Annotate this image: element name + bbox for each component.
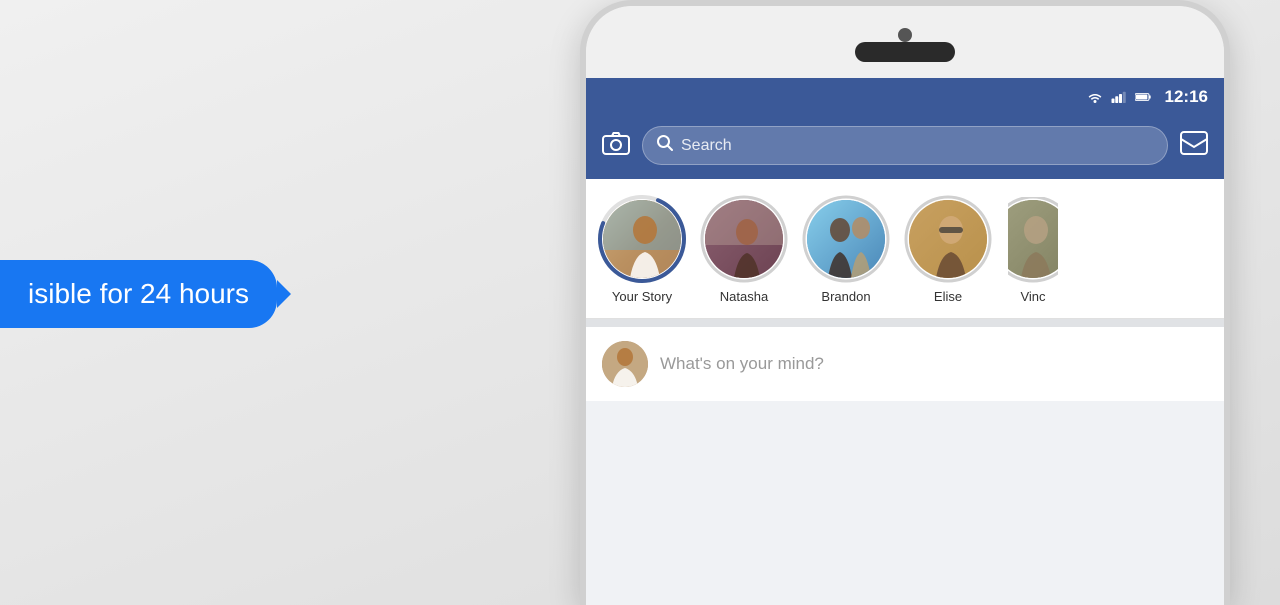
story-item-elise[interactable]: Elise xyxy=(906,197,990,304)
status-icons: 12:16 xyxy=(1087,87,1208,107)
story-name-natasha: Natasha xyxy=(720,289,768,304)
speech-bubble: isible for 24 hours xyxy=(0,260,277,328)
camera-button[interactable] xyxy=(602,131,630,161)
story-item-brandon[interactable]: Brandon xyxy=(804,197,888,304)
story-ring-vinc xyxy=(1008,197,1058,285)
search-bar[interactable]: Search xyxy=(642,126,1168,165)
phone-screen: 12:16 xyxy=(586,78,1224,605)
status-bar: 12:16 xyxy=(586,78,1224,116)
status-time: 12:16 xyxy=(1165,87,1208,107)
story-name-your-story: Your Story xyxy=(612,289,672,304)
story-item-vinc[interactable]: Vinc xyxy=(1008,197,1058,304)
magnifier-icon xyxy=(657,135,673,151)
phone-speaker xyxy=(855,42,955,62)
front-camera xyxy=(898,28,912,42)
story-avatar-wrap-natasha xyxy=(702,197,786,281)
story-item-your-story[interactable]: Your Story xyxy=(600,197,684,304)
phone-top xyxy=(586,6,1224,78)
phone: 12:16 xyxy=(580,0,1230,605)
signal-icon xyxy=(1111,91,1127,103)
wifi-icon xyxy=(1087,91,1103,103)
fb-header: Search xyxy=(586,116,1224,179)
camera-icon xyxy=(602,131,630,155)
story-avatar-wrap-brandon xyxy=(804,197,888,281)
speech-bubble-text: isible for 24 hours xyxy=(28,278,249,309)
story-avatar-wrap-your-story xyxy=(600,197,684,281)
story-ring-elise xyxy=(902,193,994,285)
story-ring-brandon xyxy=(800,193,892,285)
story-avatar-wrap-elise xyxy=(906,197,990,281)
search-icon xyxy=(657,135,673,156)
story-ring-your-story xyxy=(596,193,688,285)
story-name-brandon: Brandon xyxy=(821,289,870,304)
post-composer[interactable]: What's on your mind? xyxy=(586,327,1224,401)
battery-icon xyxy=(1135,91,1151,103)
phone-wrapper: 12:16 xyxy=(460,0,1280,605)
stories-divider xyxy=(586,319,1224,327)
story-ring-natasha xyxy=(698,193,790,285)
composer-avatar-image xyxy=(602,341,648,387)
composer-avatar xyxy=(602,341,648,387)
story-avatar-wrap-vinc xyxy=(1008,197,1058,281)
composer-placeholder[interactable]: What's on your mind? xyxy=(660,354,1208,374)
stories-row: Your Story xyxy=(586,179,1224,319)
inbox-icon xyxy=(1180,131,1208,155)
story-item-natasha[interactable]: Natasha xyxy=(702,197,786,304)
story-name-elise: Elise xyxy=(934,289,962,304)
story-name-vinc: Vinc xyxy=(1020,289,1045,304)
messenger-button[interactable] xyxy=(1180,131,1208,161)
search-placeholder: Search xyxy=(681,137,732,155)
